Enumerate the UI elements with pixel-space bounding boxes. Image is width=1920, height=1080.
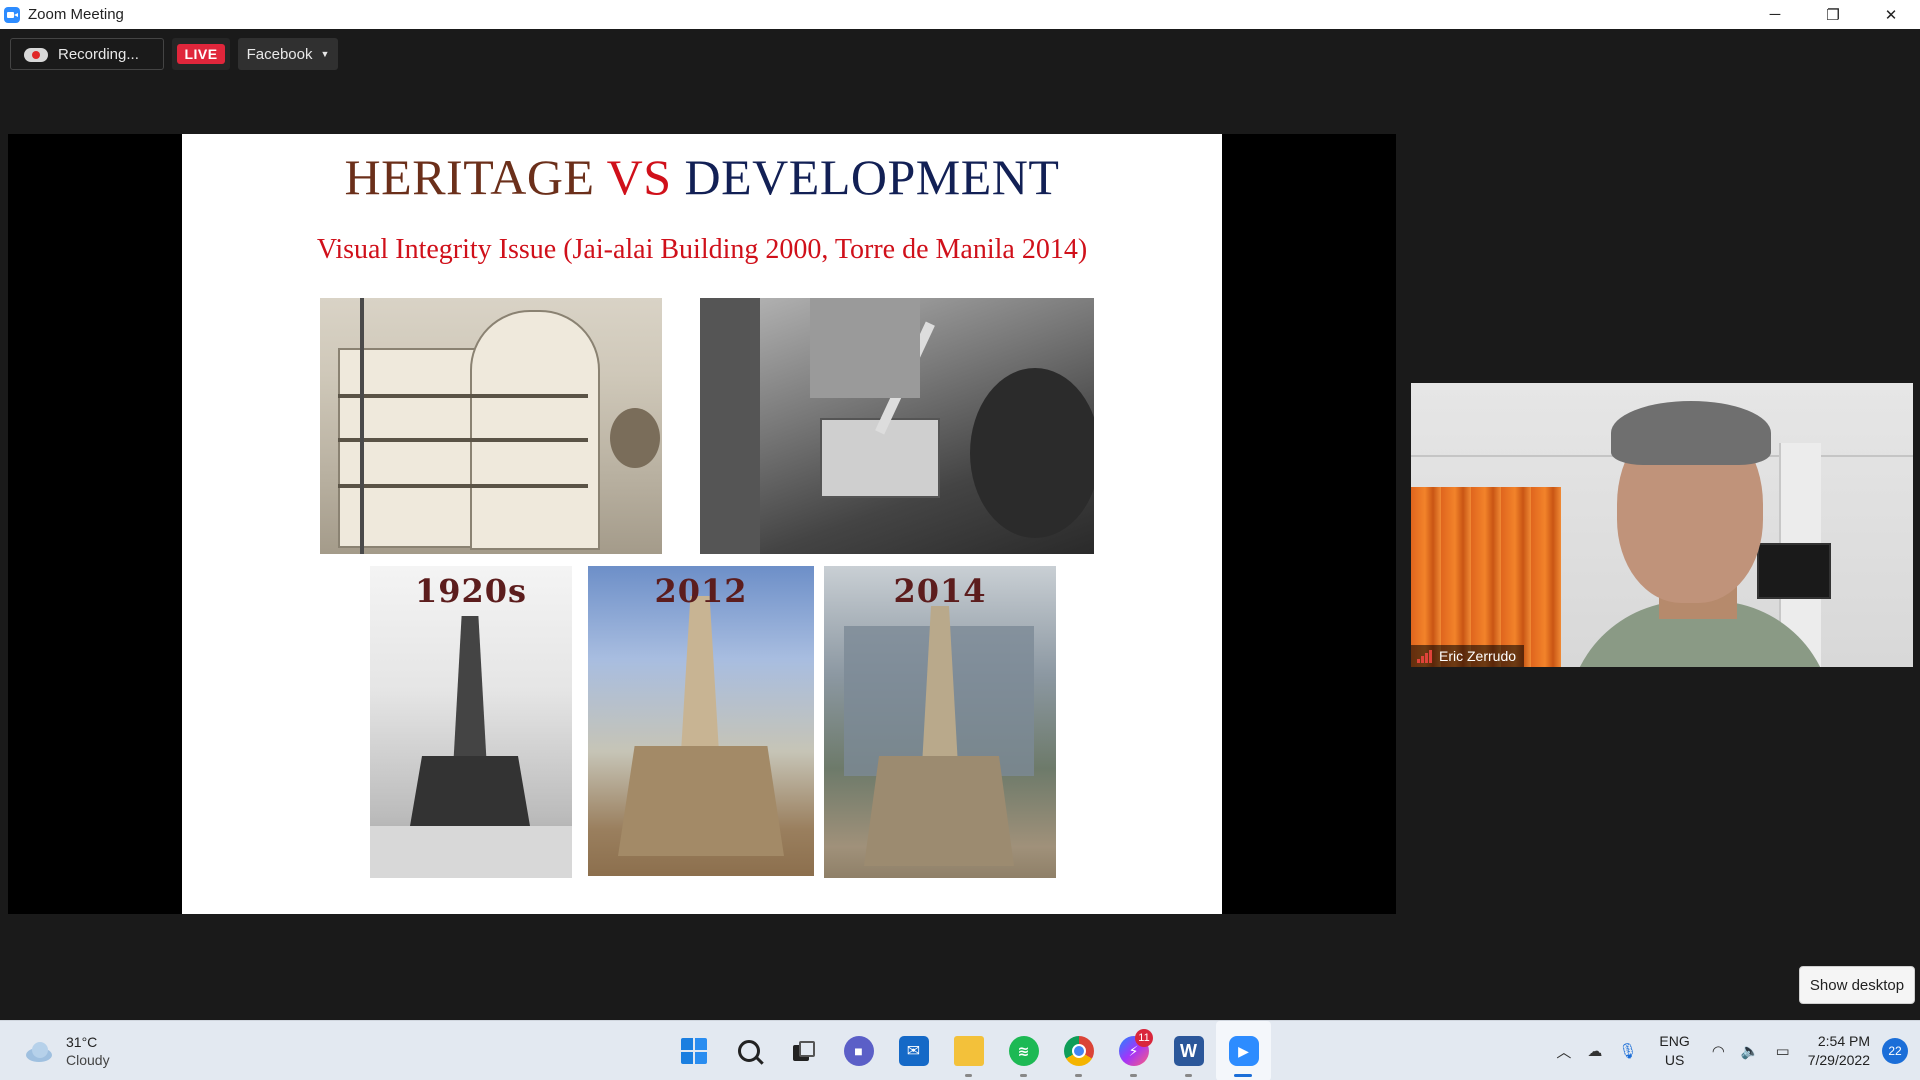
- minimize-button[interactable]: ─: [1746, 0, 1804, 29]
- year-label-2012: 2012: [654, 572, 748, 610]
- weather-widget[interactable]: 31°C Cloudy: [22, 1033, 110, 1069]
- cloudy-weather-icon: [22, 1040, 56, 1062]
- live-badge: LIVE: [177, 44, 225, 64]
- chat-icon: ■: [843, 1036, 874, 1066]
- weather-temperature: 31°C: [66, 1034, 98, 1050]
- chat-button[interactable]: ■: [831, 1021, 886, 1080]
- windows-taskbar: 31°C Cloudy ■ ✉ ≋ ⚡ 11 W ▶ ︿ ☁ 🎙 ENG US …: [0, 1020, 1920, 1080]
- year-label-2014: 2014: [893, 572, 987, 610]
- slide-title-development: DEVELOPMENT: [684, 149, 1060, 205]
- demolition-photo: [700, 298, 1094, 554]
- clock[interactable]: 2:54 PM 7/29/2022: [1808, 1032, 1870, 1070]
- meeting-topbar: Recording... LIVE Facebook ▼: [0, 29, 1920, 81]
- messenger-button[interactable]: ⚡ 11: [1106, 1021, 1161, 1080]
- caret-down-icon: ▼: [320, 49, 330, 59]
- restore-button[interactable]: ❐: [1804, 0, 1862, 29]
- language-line2: US: [1664, 1052, 1685, 1068]
- live-indicator[interactable]: LIVE: [172, 38, 230, 70]
- stream-target-label: Facebook: [246, 45, 313, 63]
- notification-badge[interactable]: 22: [1882, 1038, 1908, 1064]
- wifi-icon[interactable]: ◠: [1712, 1042, 1725, 1060]
- recording-button[interactable]: Recording...: [10, 38, 164, 70]
- window-title: Zoom Meeting: [28, 6, 124, 23]
- window-controls: ─ ❐ ✕: [1746, 0, 1920, 29]
- word-button[interactable]: W: [1161, 1021, 1216, 1080]
- slide-title-vs: VS: [606, 149, 672, 205]
- microphone-icon[interactable]: 🎙: [1618, 1042, 1637, 1060]
- search-icon: [737, 1040, 764, 1065]
- cloud-recording-icon: [24, 46, 48, 62]
- weather-condition: Cloudy: [66, 1052, 110, 1068]
- rizal-monument-2014-photo: 2014: [824, 566, 1056, 878]
- chevron-up-icon[interactable]: ︿: [1556, 1041, 1571, 1062]
- year-label-1920s: 1920s: [414, 572, 528, 610]
- language-indicator[interactable]: ENG US: [1659, 1032, 1689, 1070]
- spotify-button[interactable]: ≋: [996, 1021, 1051, 1080]
- onedrive-cloud-icon[interactable]: ☁: [1587, 1042, 1602, 1060]
- wall-tv: [1757, 543, 1831, 599]
- show-desktop-tooltip: Show desktop: [1799, 966, 1915, 1004]
- stream-target-dropdown[interactable]: Facebook ▼: [238, 38, 338, 70]
- clock-date: 7/29/2022: [1807, 1052, 1870, 1068]
- chrome-icon: [1063, 1036, 1094, 1066]
- window-titlebar: Zoom Meeting ─ ❐ ✕: [0, 0, 1920, 29]
- file-explorer-button[interactable]: [941, 1021, 996, 1080]
- presentation-slide: HERITAGE VS DEVELOPMENT Visual Integrity…: [182, 134, 1222, 914]
- zoom-logo-icon: [4, 6, 20, 23]
- zoom-icon: ▶: [1228, 1036, 1259, 1066]
- search-button[interactable]: [721, 1021, 776, 1080]
- start-button[interactable]: [666, 1021, 721, 1080]
- chrome-button[interactable]: [1051, 1021, 1106, 1080]
- mail-button[interactable]: ✉: [886, 1021, 941, 1080]
- participant-video-tile[interactable]: Eric Zerrudo: [1411, 383, 1913, 667]
- system-tray: ︿ ☁ 🎙 ENG US ◠ 🔈 ▭ 2:54 PM 7/29/2022 22: [1548, 1021, 1920, 1080]
- jai-alai-building-photo: [320, 298, 662, 554]
- slide-title-heritage: HERITAGE: [344, 149, 595, 205]
- recording-label: Recording...: [58, 45, 139, 63]
- zoom-button[interactable]: ▶: [1216, 1021, 1271, 1080]
- folder-icon: [953, 1036, 984, 1066]
- close-button[interactable]: ✕: [1862, 0, 1920, 29]
- taskbar-apps: ■ ✉ ≋ ⚡ 11 W ▶: [666, 1021, 1271, 1080]
- spotify-icon: ≋: [1008, 1036, 1039, 1066]
- shared-screen: HERITAGE VS DEVELOPMENT Visual Integrity…: [8, 134, 1396, 914]
- battery-icon[interactable]: ▭: [1776, 1042, 1790, 1060]
- slide-title: HERITAGE VS DEVELOPMENT: [182, 148, 1222, 206]
- rizal-monument-1920s-photo: 1920s: [370, 566, 572, 878]
- task-view-button[interactable]: [776, 1021, 831, 1080]
- signal-strength-icon: [1417, 649, 1433, 663]
- slide-subtitle: Visual Integrity Issue (Jai-alai Buildin…: [316, 234, 1088, 265]
- rizal-monument-2012-photo: 2012: [588, 566, 814, 876]
- clock-time: 2:54 PM: [1817, 1033, 1870, 1049]
- curtain-background: [1411, 487, 1561, 667]
- participant-name: Eric Zerrudo: [1439, 648, 1517, 664]
- language-line1: ENG: [1659, 1033, 1690, 1049]
- participant-name-tag: Eric Zerrudo: [1411, 645, 1525, 667]
- word-icon: W: [1173, 1036, 1204, 1066]
- volume-icon[interactable]: 🔈: [1741, 1042, 1760, 1060]
- windows-logo-icon: [680, 1038, 707, 1064]
- mail-icon: ✉: [898, 1036, 929, 1066]
- task-view-icon: [792, 1041, 815, 1061]
- messenger-badge: 11: [1135, 1029, 1153, 1047]
